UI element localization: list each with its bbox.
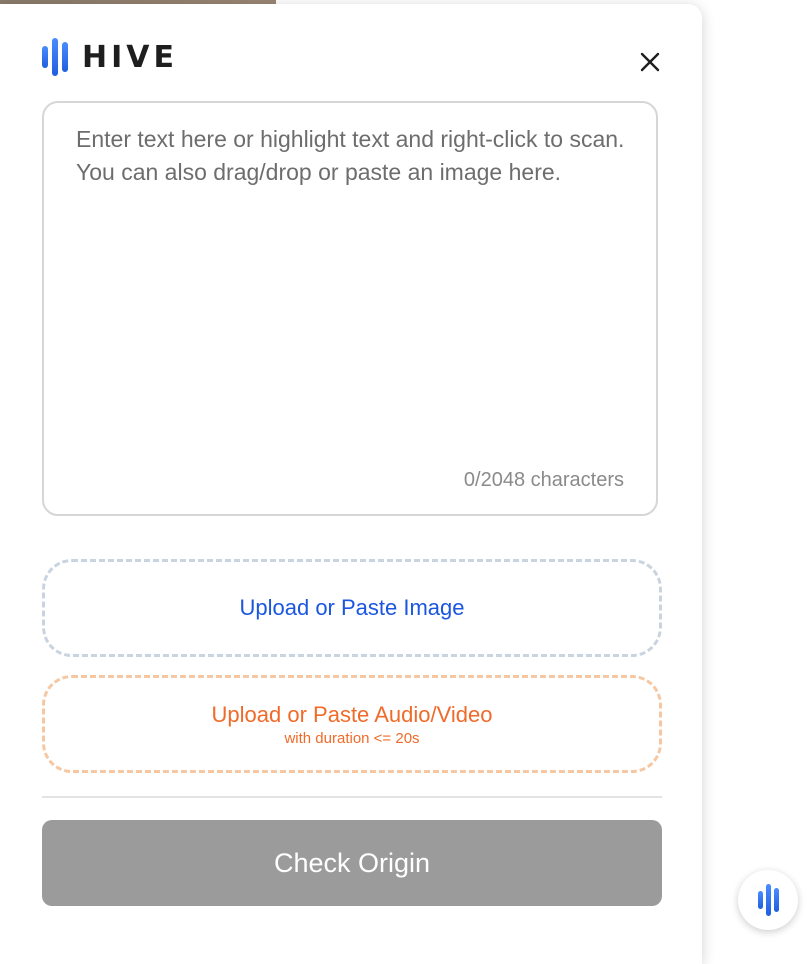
close-button[interactable] (636, 48, 664, 76)
upload-duration-hint: with duration <= 20s (284, 729, 420, 747)
text-scan-box: 0/2048 characters (42, 101, 658, 516)
divider (42, 796, 662, 798)
brand-name: HIVE (82, 39, 178, 75)
hive-logo-icon (42, 38, 68, 76)
hive-logo-icon (757, 884, 779, 916)
check-origin-button[interactable]: Check Origin (42, 820, 662, 906)
upload-image-dropzone[interactable]: Upload or Paste Image (42, 559, 662, 657)
text-scan-input[interactable] (76, 123, 632, 443)
upload-image-label: Upload or Paste Image (239, 595, 465, 620)
hive-launcher-button[interactable] (738, 870, 798, 930)
hive-popup-panel: HIVE 0/2048 characters Upload or Paste I… (0, 4, 702, 964)
upload-audio-video-dropzone[interactable]: Upload or Paste Audio/Video with duratio… (42, 675, 662, 773)
character-counter: 0/2048 characters (463, 469, 624, 491)
close-icon (640, 52, 660, 72)
brand-logo: HIVE (42, 36, 178, 78)
upload-audio-video-label: Upload or Paste Audio/Video (211, 701, 493, 727)
